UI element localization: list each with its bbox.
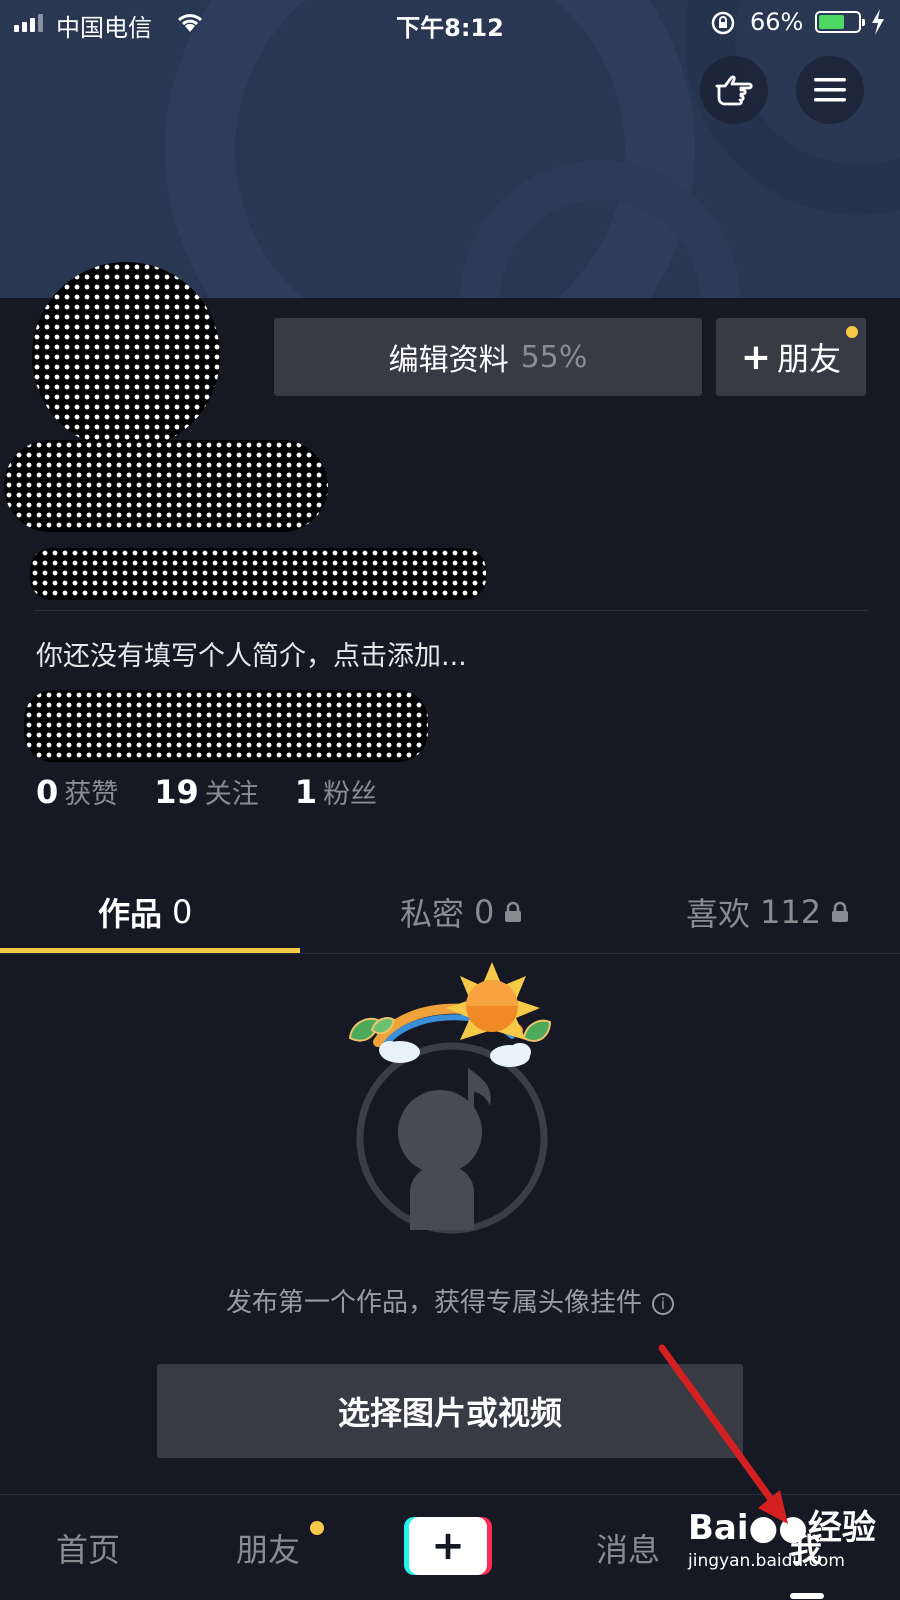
profile-completion: 55% (520, 339, 588, 375)
tab-liked[interactable]: 喜欢 112 (686, 870, 849, 954)
create-button[interactable]: + (404, 1517, 492, 1575)
tab-private-count: 0 (474, 893, 495, 931)
profile-stats: 0 获赞 19 关注 1 粉丝 (36, 772, 413, 811)
nav-friends[interactable]: 朋友 (236, 1525, 300, 1571)
status-bar: 中国电信 下午8:12 66% (0, 0, 900, 44)
redacted-info (24, 690, 428, 762)
tab-works-label: 作品 (98, 895, 163, 933)
battery-icon (815, 11, 865, 33)
battery-fill (819, 15, 845, 29)
followers-label[interactable]: 粉丝 (323, 772, 377, 811)
info-icon[interactable]: i (652, 1293, 674, 1315)
watermark-brand-suffix: 经验 (807, 1508, 876, 1548)
paw-icon: ●● (748, 1508, 808, 1548)
edit-profile-button[interactable]: 编辑资料 55% (274, 318, 702, 396)
divider (34, 610, 868, 611)
watermark-brand: Bai (688, 1508, 749, 1548)
watermark-url: jingyan.baidu.com (688, 1551, 845, 1571)
hand-point-icon (715, 75, 753, 106)
edit-profile-label: 编辑资料 (388, 343, 509, 378)
charging-icon (872, 9, 884, 35)
nav-home[interactable]: 首页 (56, 1525, 120, 1571)
hand-point-button[interactable] (700, 56, 768, 124)
watermark-logo: Bai●●经验 (688, 1500, 876, 1549)
cover-pattern (0, 0, 900, 298)
add-friend-button[interactable]: + 朋友 (716, 318, 866, 396)
tab-liked-count: 112 (760, 893, 822, 931)
menu-button[interactable] (796, 56, 864, 124)
avatar-pendant-illustration (348, 962, 552, 1234)
notification-dot (310, 1521, 324, 1535)
lock-icon (505, 901, 522, 922)
lock-icon (832, 901, 849, 922)
profile-cover[interactable] (0, 0, 900, 298)
empty-state-message: 发布第一个作品，获得专属头像挂件 i (0, 1282, 900, 1319)
add-friend-label: 朋友 (777, 340, 842, 378)
plus-icon: + (409, 1517, 487, 1575)
tab-liked-label: 喜欢 (686, 895, 751, 933)
following-count[interactable]: 19 (154, 773, 199, 811)
redacted-account-id (30, 548, 486, 600)
empty-state-text: 发布第一个作品，获得专属头像挂件 (225, 1288, 642, 1318)
avatar[interactable] (32, 262, 220, 450)
nav-messages[interactable]: 消息 (596, 1525, 660, 1571)
battery-percent: 66% (750, 8, 804, 36)
tab-private-label: 私密 (400, 895, 465, 933)
notification-dot (846, 326, 858, 338)
menu-icon (814, 78, 846, 102)
bio-placeholder[interactable]: 你还没有填写个人简介，点击添加... (36, 634, 467, 673)
following-label[interactable]: 关注 (205, 772, 259, 811)
tab-private[interactable]: 私密 0 (400, 870, 522, 954)
rotation-lock-icon (711, 11, 735, 35)
active-nav-indicator (790, 1593, 824, 1599)
active-tab-indicator (0, 948, 300, 953)
tab-works[interactable]: 作品 0 (98, 870, 192, 954)
baidu-watermark: Bai●●经验 jingyan.baidu.com (688, 1500, 876, 1571)
plus-icon: + (740, 336, 772, 378)
select-media-button[interactable]: 选择图片或视频 (157, 1364, 743, 1458)
redacted-nickname (4, 440, 328, 532)
likes-count[interactable]: 0 (36, 773, 58, 811)
tab-works-count: 0 (172, 893, 193, 931)
likes-label[interactable]: 获赞 (64, 772, 118, 811)
content-tabs: 作品 0 私密 0 喜欢 112 (0, 870, 900, 954)
followers-count[interactable]: 1 (295, 773, 317, 811)
